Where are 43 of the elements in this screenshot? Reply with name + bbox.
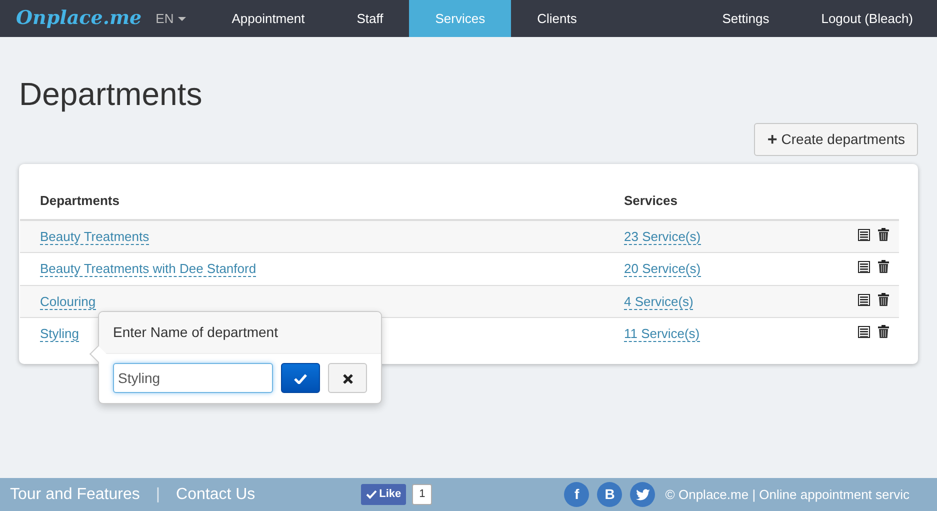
nav-tab[interactable]: Services [409,0,512,37]
footer-link[interactable]: Tour and Features [10,482,140,506]
nav-tab[interactable]: Staff [330,0,410,37]
social-icon[interactable]: f [564,482,590,507]
social-icon[interactable]: B [597,482,622,507]
bird-icon[interactable] [630,482,656,507]
list-icon[interactable] [858,294,870,306]
popover-title: Enter Name of department [99,312,381,354]
nav-link[interactable]: Settings [696,0,796,37]
trash-icon[interactable] [878,260,889,274]
cancel-button[interactable] [328,363,367,394]
trash-icon[interactable] [878,228,889,241]
list-icon[interactable] [858,261,870,274]
check-icon [366,490,378,499]
like-button[interactable]: Like [361,484,406,505]
department-link[interactable]: Beauty Treatments [40,228,150,245]
services-link[interactable]: 11 Service(s) [624,326,700,342]
footer-link[interactable]: Contact Us [176,482,256,506]
separator: | [156,484,160,504]
trash-icon[interactable] [878,292,889,306]
like-count: 1 [412,484,432,505]
page-title: Departments [19,75,204,114]
plus-icon: + [767,131,778,148]
department-link[interactable]: Beauty Treatments with Dee Stanford [40,261,256,278]
services-link[interactable]: 4 Service(s) [624,294,694,310]
trash-icon[interactable] [878,325,889,338]
check-icon [294,374,307,384]
department-link[interactable]: Styling [40,326,80,342]
name-input[interactable]: Styling [113,363,273,394]
confirm-button[interactable] [281,363,320,394]
list-icon[interactable] [858,228,870,241]
services-link[interactable]: 20 Service(s) [624,261,701,278]
language-dropdown[interactable]: EN [156,0,206,37]
copyright-text: © Onplace.me | Online appointment servic [665,486,910,504]
nav-link[interactable]: Logout (Bleach) [795,0,937,37]
nav-tab[interactable]: Clients [511,0,603,37]
department-link[interactable]: Colouring [40,294,96,310]
close-icon [342,374,352,384]
list-icon[interactable] [858,326,870,338]
services-link[interactable]: 23 Service(s) [624,228,701,245]
logo[interactable]: Onplace.me [0,0,156,37]
nav-tab[interactable]: Appointment [206,0,331,37]
create-button[interactable]: + Create departments [754,123,918,156]
